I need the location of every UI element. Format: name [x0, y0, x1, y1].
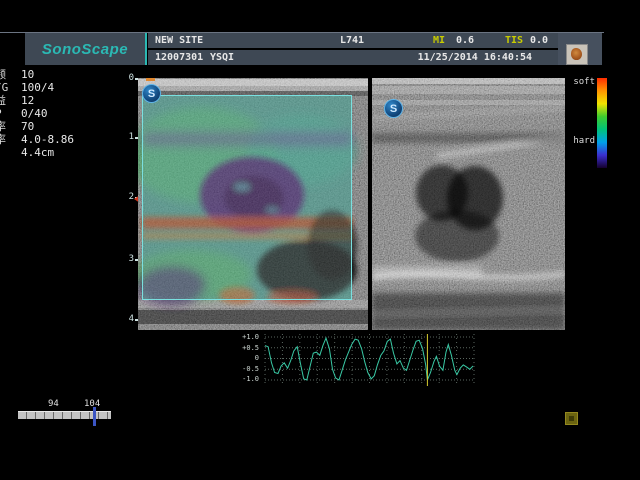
param-value: 70 — [21, 120, 34, 133]
depth-mark-0: 0 — [126, 74, 134, 83]
param-label: 率 — [0, 120, 21, 133]
param-label — [0, 146, 21, 159]
exam-info-band: NEW SITE L741 MI 0.6 TIS 0.0 12007301 YS… — [148, 33, 558, 65]
cine-position-marker[interactable] — [93, 407, 96, 426]
param-row: /G100/4 — [0, 81, 113, 94]
param-row: 率70 — [0, 120, 113, 133]
elasto-hard-label: hard — [568, 136, 595, 146]
cine-frame-start: 94 — [48, 399, 59, 409]
param-row: 4.4cm — [0, 146, 113, 159]
param-row: 益12 — [0, 94, 113, 107]
param-row: P0/40 — [0, 107, 113, 120]
patient-name: YSQI — [210, 50, 234, 65]
sonoscape-badge-icon: S — [384, 99, 403, 118]
depth-mark-3: 3 — [126, 255, 134, 264]
body-mark-thumbnail[interactable] — [566, 44, 588, 65]
tis-label: TIS — [505, 33, 523, 48]
strain-ylabel: +1.0 — [239, 333, 259, 341]
param-row: 率4.0-8.86 — [0, 133, 113, 146]
param-row: 频10 — [0, 68, 113, 81]
body-mark-icon — [571, 48, 582, 60]
exam-info-row-1: NEW SITE L741 MI 0.6 TIS 0.0 — [148, 33, 558, 48]
status-indicator-glyph — [569, 416, 574, 421]
sonoscape-badge-icon: S — [142, 84, 161, 103]
brand-logo: SonoScape — [25, 33, 145, 65]
param-value: 100/4 — [21, 81, 54, 94]
status-indicator-icon — [565, 412, 578, 425]
param-value: 0/40 — [21, 107, 48, 120]
strain-ylabel: -1.0 — [239, 375, 259, 383]
param-value: 4.0-8.86 — [21, 133, 74, 146]
param-label: P — [0, 107, 21, 120]
exam-info-row-2: 12007301 YSQI 11/25/2014 16:40:54 — [148, 50, 558, 65]
elastography-image — [138, 78, 368, 330]
image-parameter-list: 频10 /G100/4 益12 P0/40 率70 率4.0-8.86 4.4c… — [0, 68, 113, 159]
param-value: 12 — [21, 94, 34, 107]
patient-id: 12007301 — [155, 50, 203, 65]
elasto-colorbar — [597, 78, 607, 168]
param-label: 益 — [0, 94, 21, 107]
param-label: 率 — [0, 133, 21, 146]
param-label: /G — [0, 81, 21, 94]
cine-scrollbar[interactable] — [18, 411, 111, 419]
brand-logo-text: SonoScape — [42, 41, 128, 58]
probe-model: L741 — [340, 33, 364, 48]
strain-ylabel: -0.5 — [239, 365, 259, 373]
exam-datetime: 11/25/2014 16:40:54 — [418, 50, 532, 65]
elasto-soft-label: soft — [568, 77, 595, 87]
bmode-image — [372, 78, 565, 330]
mi-value: 0.6 — [456, 33, 474, 48]
depth-mark-1: 1 — [126, 133, 134, 142]
header-divider — [145, 33, 147, 65]
param-label: 频 — [0, 68, 21, 81]
param-value: 4.4cm — [21, 146, 54, 159]
tis-value: 0.0 — [530, 33, 548, 48]
mi-label: MI — [433, 33, 445, 48]
strain-ylabel: +0.5 — [239, 344, 259, 352]
depth-mark-2: 2 — [126, 193, 134, 202]
param-value: 10 — [21, 68, 34, 81]
orientation-marker-icon — [146, 78, 155, 81]
strain-curve-graph — [262, 334, 477, 386]
site-name: NEW SITE — [155, 33, 203, 48]
ultrasound-screen: SonoScape NEW SITE L741 MI 0.6 TIS 0.0 1… — [0, 0, 640, 480]
depth-mark-4: 4 — [126, 315, 134, 324]
strain-ylabel: 0 — [239, 354, 259, 362]
